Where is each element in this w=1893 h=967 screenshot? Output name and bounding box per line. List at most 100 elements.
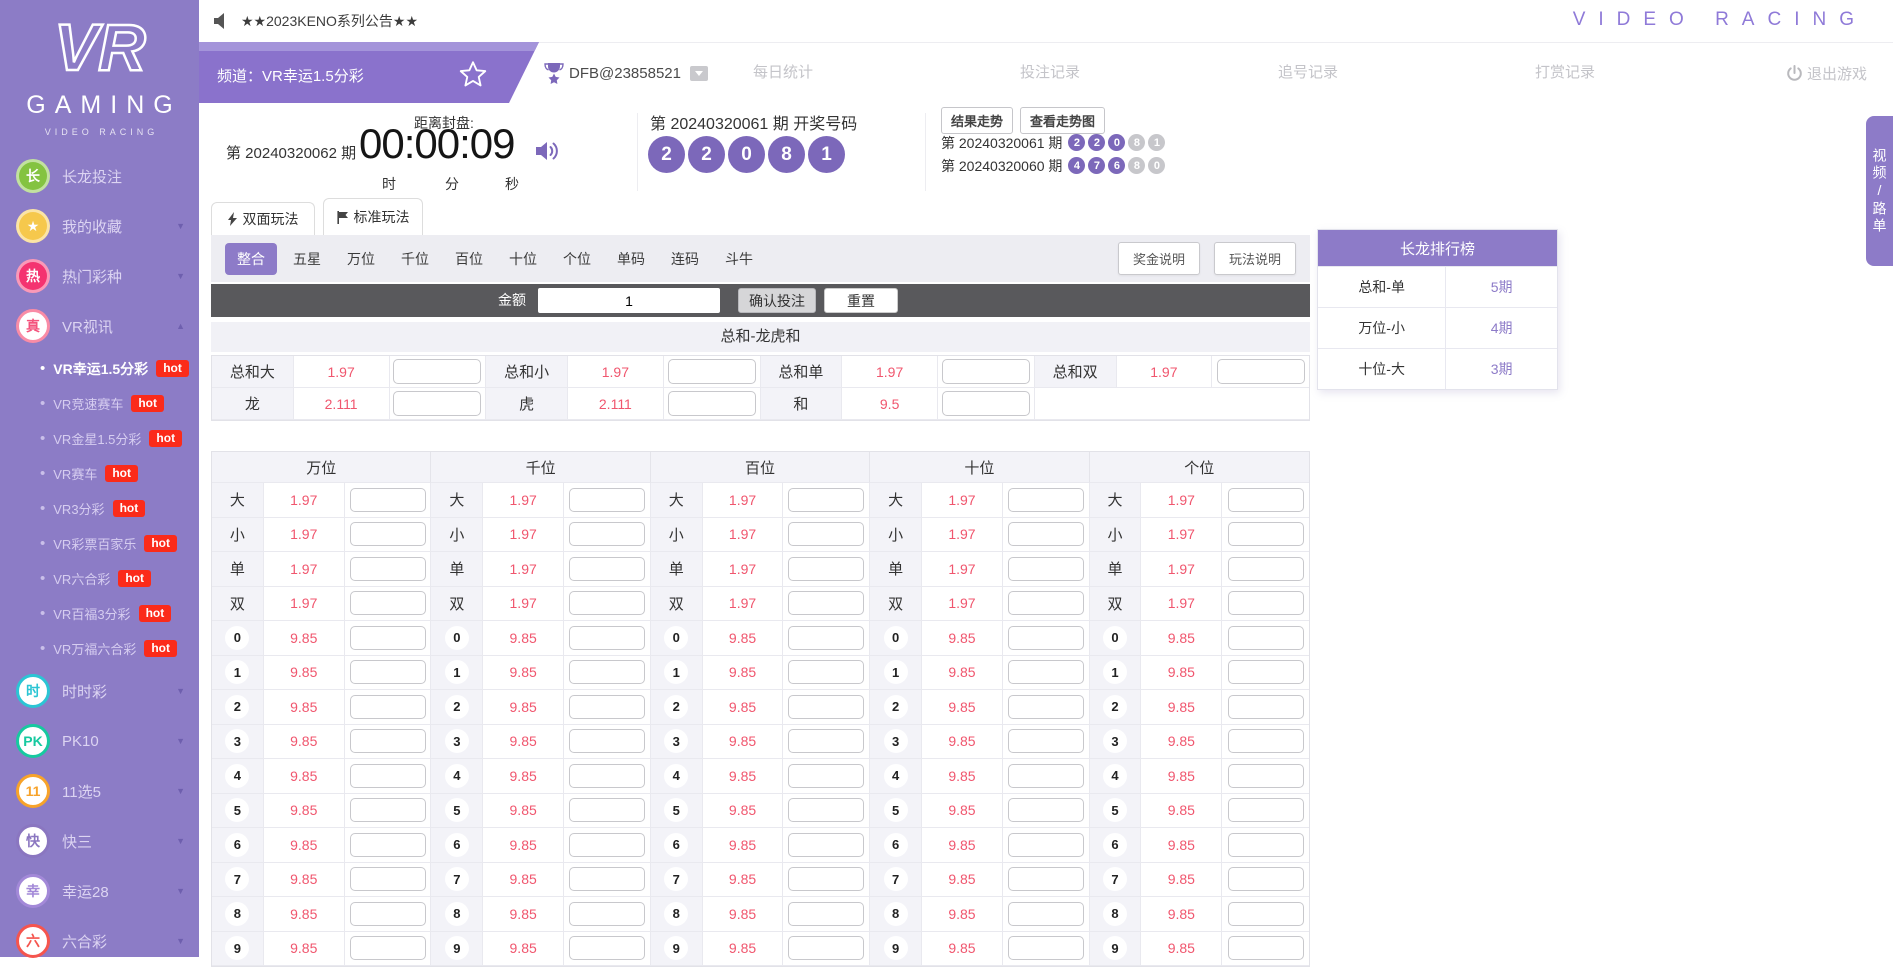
subtab-8[interactable]: 连码 bbox=[671, 249, 699, 269]
bet-amount-input[interactable] bbox=[788, 557, 864, 581]
bet-amount-input[interactable] bbox=[788, 695, 864, 719]
bet-amount-input[interactable] bbox=[1008, 902, 1084, 926]
bet-amount-input[interactable] bbox=[1008, 591, 1084, 615]
sidebar-item-vr-video[interactable]: 真VR视讯▲ bbox=[0, 301, 199, 351]
bet-amount-input[interactable] bbox=[350, 660, 426, 684]
sidebar-subitem-vr-lucky15[interactable]: •VR幸运1.5分彩hot bbox=[0, 351, 199, 386]
bet-amount-input[interactable] bbox=[1228, 902, 1304, 926]
sidebar-subitem-vr-venus15[interactable]: •VR金星1.5分彩hot bbox=[0, 421, 199, 456]
amount-input[interactable] bbox=[538, 288, 720, 313]
bet-amount-input[interactable] bbox=[350, 867, 426, 891]
user-dropdown-button[interactable] bbox=[690, 66, 708, 81]
bet-amount-input[interactable] bbox=[1228, 557, 1304, 581]
bet-amount-input[interactable] bbox=[1217, 359, 1305, 384]
bet-amount-input[interactable] bbox=[1228, 626, 1304, 650]
bet-amount-input[interactable] bbox=[1228, 522, 1304, 546]
bet-amount-input[interactable] bbox=[350, 488, 426, 512]
sidebar-subitem-vr-baccarat[interactable]: •VR彩票百家乐hot bbox=[0, 526, 199, 561]
bet-amount-input[interactable] bbox=[569, 522, 645, 546]
reset-button[interactable]: 重置 bbox=[824, 288, 898, 313]
sidebar-subitem-vr-racing[interactable]: •VR赛车hot bbox=[0, 456, 199, 491]
bet-amount-input[interactable] bbox=[668, 391, 756, 416]
bet-amount-input[interactable] bbox=[1228, 729, 1304, 753]
sidebar-item-k3[interactable]: 快快三▼ bbox=[0, 816, 199, 866]
bet-amount-input[interactable] bbox=[569, 764, 645, 788]
tab-standard[interactable]: 标准玩法 bbox=[323, 198, 423, 235]
subtab-5[interactable]: 十位 bbox=[509, 249, 537, 269]
sidebar-item-lucky28[interactable]: 幸幸运28▼ bbox=[0, 866, 199, 916]
sidebar-item-11x5[interactable]: 1111选5▼ bbox=[0, 766, 199, 816]
bet-amount-input[interactable] bbox=[569, 729, 645, 753]
bet-amount-input[interactable] bbox=[1228, 591, 1304, 615]
bet-amount-input[interactable] bbox=[569, 833, 645, 857]
bet-amount-input[interactable] bbox=[942, 359, 1030, 384]
bet-amount-input[interactable] bbox=[1228, 867, 1304, 891]
sidebar-item-changlong[interactable]: 长长龙投注 bbox=[0, 151, 199, 201]
subtab-2[interactable]: 万位 bbox=[347, 249, 375, 269]
bet-amount-input[interactable] bbox=[1008, 626, 1084, 650]
bet-amount-input[interactable] bbox=[350, 557, 426, 581]
bet-amount-input[interactable] bbox=[1008, 488, 1084, 512]
subtab-6[interactable]: 个位 bbox=[563, 249, 591, 269]
logout-button[interactable]: 退出游戏 bbox=[1786, 43, 1867, 103]
sidebar-item-hot-lottery[interactable]: 热热门彩种▼ bbox=[0, 251, 199, 301]
nav-link[interactable]: 每日统计 bbox=[753, 43, 813, 103]
bet-amount-input[interactable] bbox=[350, 695, 426, 719]
sidebar-subitem-vr-wanfu-lhc[interactable]: •VR万福六合彩hot bbox=[0, 631, 199, 666]
bet-amount-input[interactable] bbox=[788, 626, 864, 650]
bet-amount-input[interactable] bbox=[1008, 522, 1084, 546]
confirm-bet-button[interactable]: 确认投注 bbox=[738, 288, 816, 313]
sidebar-item-favorites[interactable]: ★我的收藏▼ bbox=[0, 201, 199, 251]
bet-amount-input[interactable] bbox=[788, 833, 864, 857]
bet-amount-input[interactable] bbox=[350, 522, 426, 546]
sidebar-subitem-vr-speed-racing[interactable]: •VR竞速赛车hot bbox=[0, 386, 199, 421]
bet-amount-input[interactable] bbox=[1228, 764, 1304, 788]
bet-amount-input[interactable] bbox=[1008, 833, 1084, 857]
bet-amount-input[interactable] bbox=[1008, 660, 1084, 684]
bet-amount-input[interactable] bbox=[1008, 798, 1084, 822]
bet-amount-input[interactable] bbox=[569, 660, 645, 684]
bet-amount-input[interactable] bbox=[569, 626, 645, 650]
bet-amount-input[interactable] bbox=[1228, 798, 1304, 822]
bet-amount-input[interactable] bbox=[569, 902, 645, 926]
bet-amount-input[interactable] bbox=[942, 391, 1030, 416]
bet-amount-input[interactable] bbox=[1008, 729, 1084, 753]
sidebar-item-lhc[interactable]: 六六合彩▼ bbox=[0, 916, 199, 966]
bet-amount-input[interactable] bbox=[1228, 488, 1304, 512]
bet-amount-input[interactable] bbox=[350, 902, 426, 926]
bet-amount-input[interactable] bbox=[788, 729, 864, 753]
bet-amount-input[interactable] bbox=[569, 867, 645, 891]
bet-amount-input[interactable] bbox=[1228, 660, 1304, 684]
subtab-9[interactable]: 斗牛 bbox=[725, 249, 753, 269]
bet-amount-input[interactable] bbox=[569, 557, 645, 581]
bet-amount-input[interactable] bbox=[1008, 764, 1084, 788]
view-chart-button[interactable]: 查看走势图 bbox=[1020, 107, 1105, 134]
sidebar-item-ssc[interactable]: 时时时彩▼ bbox=[0, 666, 199, 716]
bet-amount-input[interactable] bbox=[788, 764, 864, 788]
bonus-info-button[interactable]: 奖金说明 bbox=[1118, 242, 1200, 275]
sidebar-item-pk10[interactable]: PKPK10▼ bbox=[0, 716, 199, 766]
bet-amount-input[interactable] bbox=[788, 798, 864, 822]
bet-amount-input[interactable] bbox=[1228, 833, 1304, 857]
bet-amount-input[interactable] bbox=[788, 902, 864, 926]
bet-amount-input[interactable] bbox=[350, 833, 426, 857]
bet-amount-input[interactable] bbox=[1228, 695, 1304, 719]
bet-amount-input[interactable] bbox=[350, 591, 426, 615]
result-trend-button[interactable]: 结果走势 bbox=[941, 107, 1013, 134]
rules-info-button[interactable]: 玩法说明 bbox=[1214, 242, 1296, 275]
bet-amount-input[interactable] bbox=[393, 391, 481, 416]
sidebar-subitem-vr-baifu3[interactable]: •VR百福3分彩hot bbox=[0, 596, 199, 631]
bet-amount-input[interactable] bbox=[350, 729, 426, 753]
bet-amount-input[interactable] bbox=[788, 660, 864, 684]
bet-amount-input[interactable] bbox=[569, 695, 645, 719]
bet-amount-input[interactable] bbox=[788, 522, 864, 546]
bet-amount-input[interactable] bbox=[788, 488, 864, 512]
subtab-4[interactable]: 百位 bbox=[455, 249, 483, 269]
bet-amount-input[interactable] bbox=[350, 764, 426, 788]
bet-amount-input[interactable] bbox=[569, 798, 645, 822]
subtab-0[interactable]: 整合 bbox=[225, 243, 277, 275]
video-roadmap-tab[interactable]: 视频/路单 bbox=[1866, 116, 1893, 266]
subtab-1[interactable]: 五星 bbox=[293, 249, 321, 269]
nav-link[interactable]: 打赏记录 bbox=[1535, 43, 1595, 103]
favorite-star-icon[interactable] bbox=[459, 61, 487, 93]
